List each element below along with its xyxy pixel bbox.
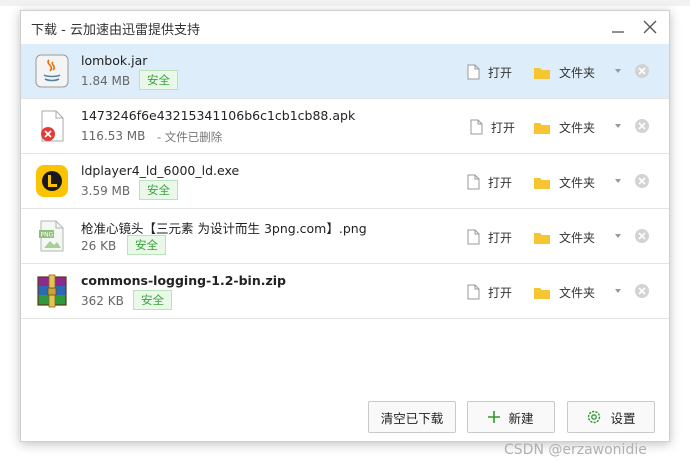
file-size: 1.84 MB (81, 74, 131, 88)
chevron-down-icon[interactable] (615, 69, 621, 73)
new-download-label: 新建 (508, 410, 534, 426)
folder-button[interactable]: 文件夹 (533, 282, 595, 302)
remove-icon[interactable] (634, 283, 650, 299)
remove-icon[interactable] (634, 118, 650, 134)
winrar-archive-icon (37, 274, 67, 308)
gear-icon (588, 410, 601, 424)
window-title: 下载 - 云加速由迅雷提供支持 (31, 23, 200, 38)
close-icon (643, 20, 657, 34)
document-icon (467, 229, 480, 245)
plus-icon (488, 411, 501, 423)
ldplayer-app-icon (36, 165, 68, 197)
download-window: 下载 - 云加速由迅雷提供支持 lombok.jar 1.84 MB 安全 打开 (20, 10, 670, 442)
new-download-button[interactable]: 新建 (467, 401, 555, 433)
folder-button[interactable]: 文件夹 (533, 227, 595, 247)
status-badge: 安全 (139, 70, 178, 90)
open-button[interactable]: 打开 (467, 62, 512, 82)
open-button[interactable]: 打开 (470, 117, 515, 137)
close-button[interactable] (637, 15, 663, 39)
folder-label: 文件夹 (559, 285, 596, 300)
chevron-down-icon[interactable] (615, 289, 621, 293)
status-badge: 安全 (127, 235, 166, 255)
minimize-icon (612, 31, 624, 33)
settings-button[interactable]: 设置 (567, 401, 655, 433)
remove-icon[interactable] (634, 228, 650, 244)
open-button[interactable]: 打开 (467, 282, 512, 302)
download-list: lombok.jar 1.84 MB 安全 打开 文件夹 1473246f6e4 (21, 44, 669, 319)
file-size: 3.59 MB (81, 184, 131, 198)
document-icon (470, 119, 483, 135)
folder-label: 文件夹 (559, 230, 596, 245)
open-label: 打开 (488, 285, 513, 300)
open-label: 打开 (491, 120, 516, 135)
folder-button[interactable]: 文件夹 (533, 117, 595, 137)
title-bar: 下载 - 云加速由迅雷提供支持 (21, 11, 669, 43)
svg-text:PNG: PNG (41, 232, 54, 239)
status-badge: 安全 (133, 290, 172, 310)
file-name: commons-logging-1.2-bin.zip (81, 273, 286, 288)
file-name: 枪准心镜头【三元素 为设计而生 3png.com】.png (81, 221, 367, 236)
chevron-down-icon[interactable] (615, 179, 621, 183)
download-row[interactable]: PNG 枪准心镜头【三元素 为设计而生 3png.com】.png 26 KB … (21, 209, 669, 264)
folder-label: 文件夹 (559, 120, 596, 135)
download-row[interactable]: lombok.jar 1.84 MB 安全 打开 文件夹 (21, 44, 669, 99)
document-icon (467, 284, 480, 300)
download-row[interactable]: commons-logging-1.2-bin.zip 362 KB 安全 打开… (21, 264, 669, 319)
minimize-button[interactable] (605, 15, 631, 39)
open-button[interactable]: 打开 (467, 172, 512, 192)
open-label: 打开 (488, 175, 513, 190)
java-file-icon (35, 54, 69, 88)
folder-icon (534, 122, 550, 134)
open-label: 打开 (488, 230, 513, 245)
document-icon (467, 64, 480, 80)
status-badge: 安全 (139, 180, 178, 200)
footer-bar: 清空已下载 新建 设置 (21, 381, 669, 441)
clear-downloaded-label: 清空已下载 (380, 410, 444, 426)
settings-label: 设置 (610, 410, 636, 426)
download-row[interactable]: 1473246f6e43215341106b6c1cb1cb88.apk 116… (21, 99, 669, 154)
folder-icon (534, 177, 550, 189)
file-size: 362 KB (81, 294, 124, 308)
png-file-icon: PNG (39, 220, 64, 252)
folder-icon (534, 232, 550, 244)
folder-button[interactable]: 文件夹 (533, 62, 595, 82)
clear-downloaded-button[interactable]: 清空已下载 (368, 401, 456, 433)
file-size: 26 KB (81, 239, 117, 253)
file-name: ldplayer4_ld_6000_ld.exe (81, 163, 240, 178)
chevron-down-icon[interactable] (615, 234, 621, 238)
deleted-file-icon (41, 110, 64, 142)
watermark: CSDN @erzawonidie (504, 442, 647, 458)
folder-button[interactable]: 文件夹 (533, 172, 595, 192)
remove-icon[interactable] (634, 63, 650, 79)
file-size: 116.53 MB (81, 129, 146, 143)
file-name: 1473246f6e43215341106b6c1cb1cb88.apk (81, 108, 356, 123)
folder-icon (534, 67, 550, 79)
folder-label: 文件夹 (559, 65, 596, 80)
folder-icon (534, 287, 550, 299)
folder-label: 文件夹 (559, 175, 596, 190)
open-label: 打开 (488, 65, 513, 80)
download-row[interactable]: ldplayer4_ld_6000_ld.exe 3.59 MB 安全 打开 文… (21, 154, 669, 209)
chevron-down-icon[interactable] (615, 124, 621, 128)
open-button[interactable]: 打开 (467, 227, 512, 247)
remove-icon[interactable] (634, 173, 650, 189)
file-name: lombok.jar (81, 53, 148, 68)
background-strip (0, 0, 690, 6)
status-deleted: - 文件已删除 (157, 130, 223, 144)
document-icon (467, 174, 480, 190)
